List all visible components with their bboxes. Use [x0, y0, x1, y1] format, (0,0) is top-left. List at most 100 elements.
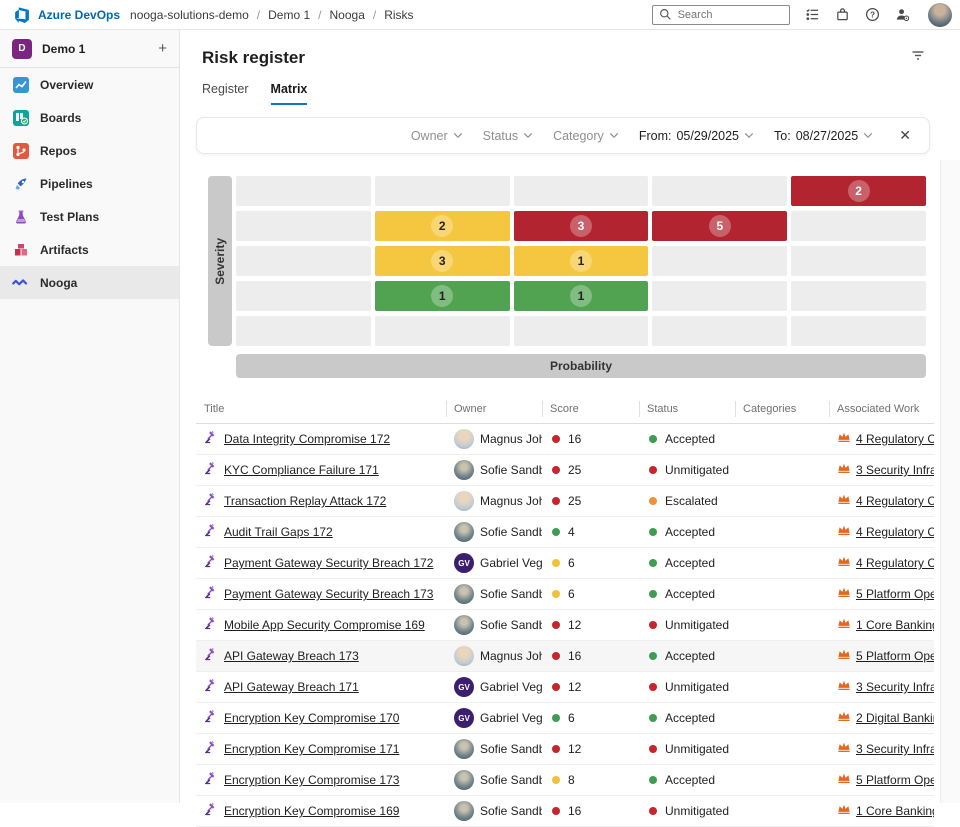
matrix-cell-r4c2[interactable]: 1: [375, 281, 510, 311]
column-header-associated-work[interactable]: Associated Work: [829, 394, 934, 423]
risk-title-link[interactable]: Audit Trail Gaps 172: [224, 525, 333, 539]
score-value: 25: [568, 494, 581, 508]
tasklist-icon[interactable]: [804, 7, 820, 23]
status-dot-icon: [649, 621, 657, 629]
breadcrumb-item[interactable]: Demo 1: [268, 8, 310, 22]
status-dot-icon: [649, 497, 657, 505]
risk-title-link[interactable]: Transaction Replay Attack 172: [224, 494, 386, 508]
associated-work-link[interactable]: 4 Regulatory Co: [856, 494, 934, 508]
associated-work-link[interactable]: 4 Regulatory Co: [856, 556, 934, 570]
associated-work-link[interactable]: 5 Platform Oper: [856, 773, 934, 787]
matrix-cell-r3c2[interactable]: 3: [375, 246, 510, 276]
matrix-cell-r3c3[interactable]: 1: [514, 246, 649, 276]
filter-label: Category: [553, 129, 604, 143]
matrix-cell-r1c5[interactable]: 2: [791, 176, 926, 206]
risk-title-link[interactable]: KYC Compliance Failure 171: [224, 463, 379, 477]
column-header-title[interactable]: Title: [196, 394, 446, 423]
epic-crown-icon: [837, 771, 851, 790]
associated-work-link[interactable]: 4 Regulatory Co: [856, 432, 934, 446]
status-label: Accepted: [665, 556, 715, 570]
column-header-owner[interactable]: Owner: [446, 394, 542, 423]
sidebar-item-artifacts[interactable]: Artifacts: [0, 233, 179, 266]
brand-title[interactable]: Azure DevOps: [38, 8, 120, 22]
table-row: Encryption Key Compromise 171Sofie Sandb…: [196, 734, 934, 765]
score-dot-icon: [552, 466, 560, 474]
breadcrumb-item[interactable]: Risks: [384, 8, 413, 22]
associated-work-link[interactable]: 5 Platform Oper: [856, 587, 934, 601]
sidebar-item-pipelines[interactable]: Pipelines: [0, 167, 179, 200]
help-icon[interactable]: ?: [864, 7, 880, 23]
associated-work-link[interactable]: 3 Security Infras: [856, 680, 934, 694]
status-label: Unmitigated: [665, 742, 729, 756]
epic-crown-icon: [837, 461, 851, 480]
user-avatar[interactable]: [928, 3, 952, 27]
add-project-button[interactable]: +: [158, 41, 167, 56]
tab-register[interactable]: Register: [202, 82, 249, 105]
status-dot-icon: [649, 528, 657, 536]
vertical-scrollbar[interactable]: [940, 160, 960, 803]
breadcrumb-item[interactable]: nooga-solutions-demo: [130, 8, 249, 22]
bag-icon[interactable]: [834, 7, 850, 23]
risk-title-link[interactable]: Encryption Key Compromise 170: [224, 711, 399, 725]
matrix-cell-r2c4[interactable]: 5: [652, 211, 787, 241]
risk-title-link[interactable]: API Gateway Breach 171: [224, 680, 359, 694]
clear-filters-button[interactable]: ✕: [895, 127, 915, 144]
owner-avatar: [454, 584, 474, 604]
filter-date-from[interactable]: From:05/29/2025: [639, 129, 754, 143]
risk-title-link[interactable]: Encryption Key Compromise 169: [224, 804, 399, 818]
filter-date-to[interactable]: To:08/27/2025: [774, 129, 873, 143]
breadcrumb-separator: /: [257, 8, 260, 22]
risk-title-link[interactable]: Encryption Key Compromise 173: [224, 773, 399, 787]
status-label: Accepted: [665, 525, 715, 539]
risk-item-icon: [204, 740, 218, 759]
top-bar: Azure DevOps nooga-solutions-demo / Demo 1…: [0, 0, 960, 30]
sidebar-item-boards[interactable]: Boards: [0, 101, 179, 134]
associated-work-link[interactable]: 3 Security Infras: [856, 463, 934, 477]
risk-title-link[interactable]: Encryption Key Compromise 171: [224, 742, 399, 756]
matrix-cell-r1c4: [652, 176, 787, 206]
table-row: Payment Gateway Security Breach 172GVGab…: [196, 548, 934, 579]
matrix-cell-r2c3[interactable]: 3: [514, 211, 649, 241]
sidebar-item-repos[interactable]: Repos: [0, 134, 179, 167]
filter-toggle-icon[interactable]: [910, 47, 926, 68]
matrix-cell-r2c2[interactable]: 2: [375, 211, 510, 241]
risk-title-link[interactable]: Mobile App Security Compromise 169: [224, 618, 425, 632]
sidebar-item-label: Test Plans: [40, 210, 99, 224]
owner-name: Sofie Sandber: [480, 463, 542, 477]
risk-title-link[interactable]: Data Integrity Compromise 172: [224, 432, 390, 446]
risk-title-link[interactable]: API Gateway Breach 173: [224, 649, 359, 663]
search-input[interactable]: [678, 9, 783, 21]
breadcrumb-item[interactable]: Nooga: [330, 8, 365, 22]
boards-icon: [12, 109, 29, 126]
sidebar-item-nooga[interactable]: Nooga: [0, 266, 179, 299]
score-value: 12: [568, 618, 581, 632]
date-label: From:: [639, 129, 672, 143]
score-value: 12: [568, 742, 581, 756]
score-value: 16: [568, 432, 581, 446]
associated-work-link[interactable]: 2 Digital Banking: [856, 711, 934, 725]
user-settings-icon[interactable]: [894, 7, 910, 23]
associated-work-link[interactable]: 4 Regulatory Co: [856, 525, 934, 539]
risk-title-link[interactable]: Payment Gateway Security Breach 172: [224, 556, 433, 570]
matrix-cell-count: 1: [570, 285, 592, 307]
filter-dropdown-category[interactable]: Category: [553, 129, 619, 143]
project-switcher[interactable]: D Demo 1 +: [0, 30, 179, 67]
tab-matrix[interactable]: Matrix: [271, 82, 308, 105]
sidebar-item-overview[interactable]: Overview: [0, 68, 179, 101]
search-box[interactable]: [652, 5, 790, 25]
column-header-status[interactable]: Status: [639, 394, 735, 423]
associated-work-link[interactable]: 5 Platform Oper: [856, 649, 934, 663]
column-header-categories[interactable]: Categories: [735, 394, 829, 423]
sidebar-item-label: Boards: [40, 111, 81, 125]
column-header-score[interactable]: Score: [542, 394, 639, 423]
risk-title-link[interactable]: Payment Gateway Security Breach 173: [224, 587, 433, 601]
chevron-down-icon: [863, 132, 873, 139]
sidebar-item-test-plans[interactable]: Test Plans: [0, 200, 179, 233]
matrix-cell-r4c3[interactable]: 1: [514, 281, 649, 311]
associated-work-link[interactable]: 1 Core Banking I: [856, 804, 934, 818]
filter-dropdown-status[interactable]: Status: [483, 129, 533, 143]
filter-dropdown-owner[interactable]: Owner: [411, 129, 463, 143]
azure-devops-logo-icon[interactable]: [12, 6, 30, 24]
associated-work-link[interactable]: 3 Security Infras: [856, 742, 934, 756]
associated-work-link[interactable]: 1 Core Banking I: [856, 618, 934, 632]
